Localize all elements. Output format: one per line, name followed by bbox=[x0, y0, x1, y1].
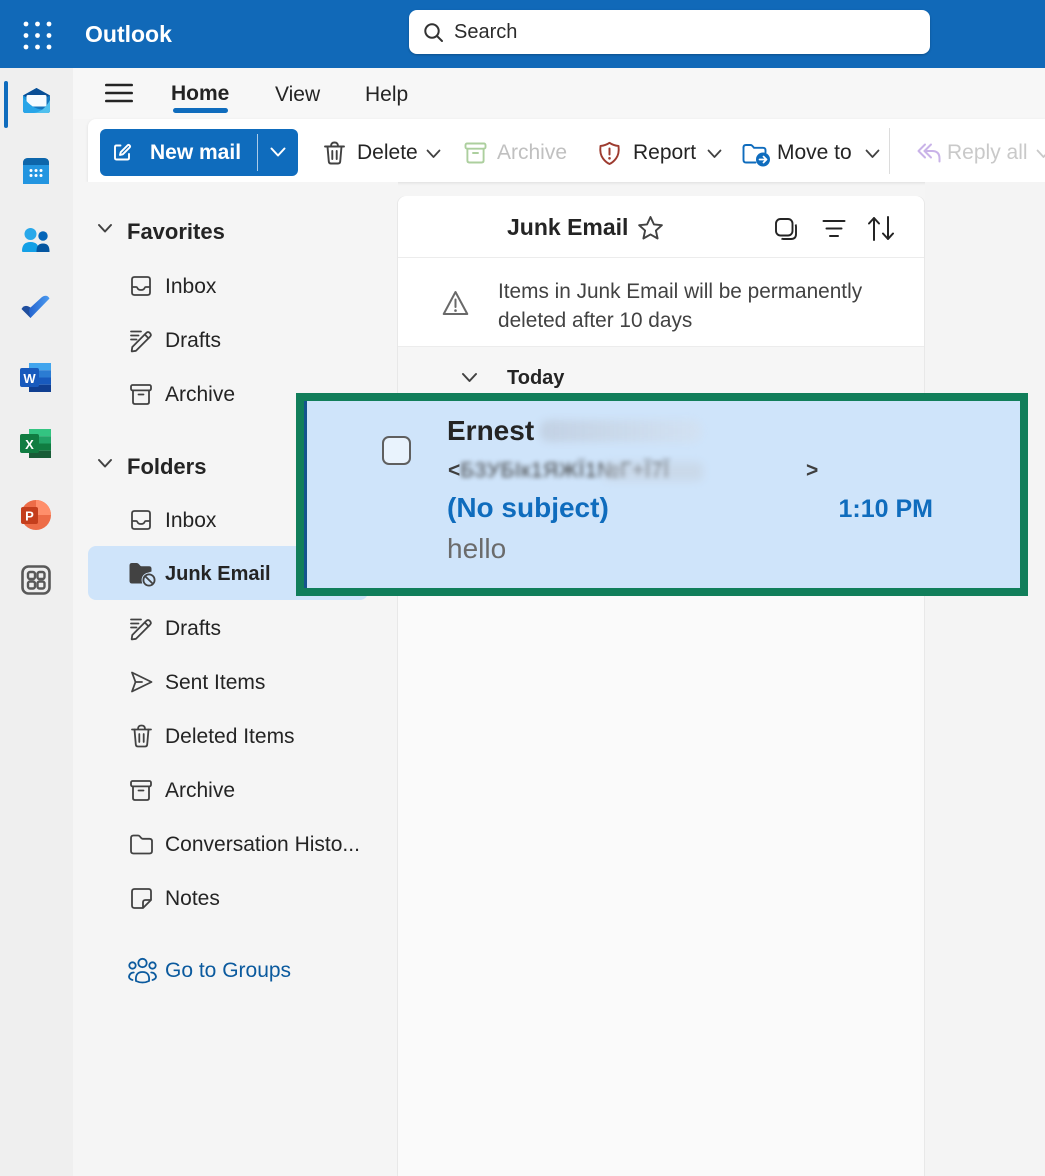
svg-text:P: P bbox=[25, 509, 34, 524]
svg-text:W: W bbox=[23, 371, 36, 386]
svg-text:X: X bbox=[25, 437, 34, 452]
